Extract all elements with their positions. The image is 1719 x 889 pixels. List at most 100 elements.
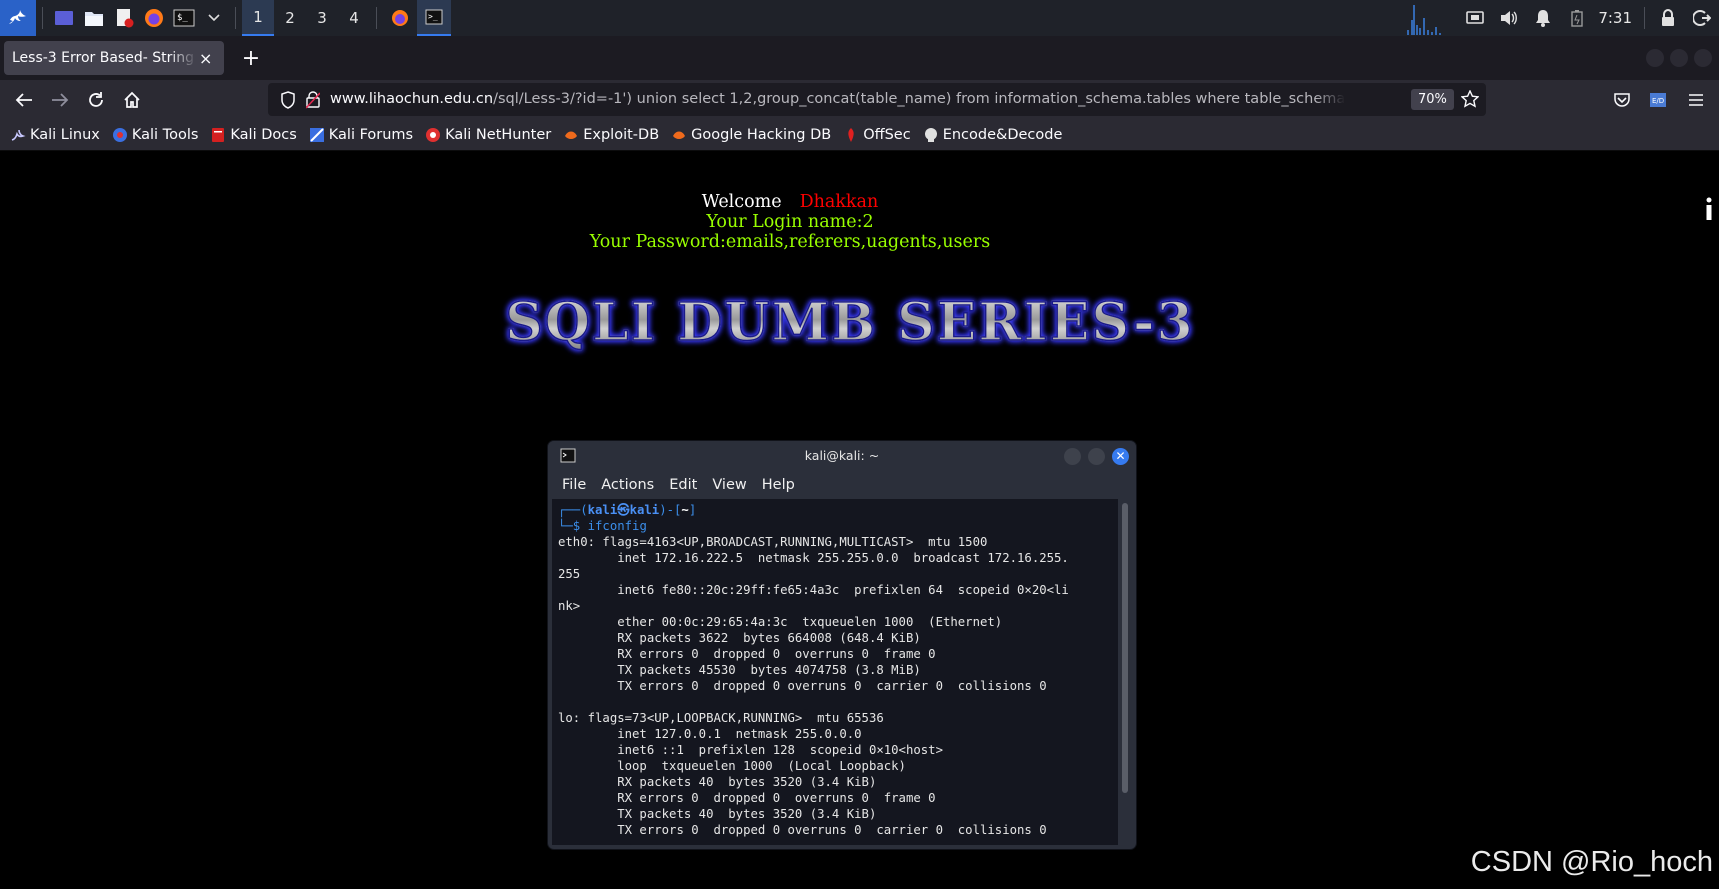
bookmark-kali-forums[interactable]: Kali Forums xyxy=(309,127,413,143)
prompt-user: kali xyxy=(587,503,618,517)
taskbar-separator xyxy=(235,7,236,29)
terminal-minimize-button[interactable] xyxy=(1064,448,1081,465)
file-manager-icon[interactable] xyxy=(79,0,109,36)
terminal-output[interactable]: ┌──(kali㉿kali)-[~] └─$ ifconfig eth0: fl… xyxy=(552,499,1118,845)
close-window-button[interactable] xyxy=(1694,49,1712,67)
terminal-scrollbar[interactable] xyxy=(1122,503,1128,793)
text-editor-icon[interactable] xyxy=(109,0,139,36)
terminal-output-line: lo: flags=73<UP,LOOPBACK,RUNNING> mtu 65… xyxy=(558,711,884,725)
bookmark-label: Exploit-DB xyxy=(583,127,660,143)
bell-icon[interactable] xyxy=(1526,0,1560,36)
encode-decode-icon xyxy=(923,127,939,143)
kali-menu-icon[interactable] xyxy=(0,0,36,36)
terminal-close-button[interactable]: ✕ xyxy=(1112,448,1129,465)
welcome-text: Welcome xyxy=(701,192,782,212)
terminal-output-line: loop txqueuelen 1000 (Local Loopback) xyxy=(617,759,906,773)
terminal-maximize-button[interactable] xyxy=(1088,448,1105,465)
menu-view[interactable]: View xyxy=(712,477,746,493)
shield-icon[interactable] xyxy=(280,91,296,113)
bookmark-kali-nethunter[interactable]: Kali NetHunter xyxy=(425,127,551,143)
show-desktop-icon[interactable] xyxy=(49,0,79,36)
logout-icon[interactable] xyxy=(1685,0,1719,36)
bookmarks-bar: Kali Linux Kali Tools Kali Docs Kali For… xyxy=(0,120,1719,151)
workspace-3[interactable]: 3 xyxy=(306,0,338,36)
welcome-username: Dhakkan xyxy=(799,192,879,212)
clock[interactable]: 7:31 xyxy=(1594,9,1638,27)
display-icon[interactable] xyxy=(1458,0,1492,36)
bookmark-label: Kali Linux xyxy=(30,127,100,143)
tab-strip: Less-3 Error Based- String (w × + xyxy=(0,36,1719,80)
menu-file[interactable]: File xyxy=(562,477,586,493)
terminal-output-line: eth0: flags=4163<UP,BROADCAST,RUNNING,MU… xyxy=(558,535,988,549)
tab-close-icon[interactable]: × xyxy=(199,49,212,68)
menu-icon[interactable] xyxy=(1680,84,1712,116)
terminal-icon[interactable]: $_ xyxy=(169,0,199,36)
bookmark-exploit-db[interactable]: Exploit-DB xyxy=(563,127,659,143)
back-icon[interactable] xyxy=(8,84,40,116)
battery-icon[interactable] xyxy=(1560,0,1594,36)
zoom-level-button[interactable]: 70% xyxy=(1411,89,1454,110)
chevron-down-icon[interactable] xyxy=(199,0,229,36)
pocket-icon[interactable] xyxy=(1606,84,1638,116)
terminal-output-line: ether 00:0c:29:65:4a:3c txqueuelen 1000 … xyxy=(617,615,1003,629)
terminal-output-line: TX packets 40 bytes 3520 (3.4 KiB) xyxy=(617,807,877,821)
menu-edit[interactable]: Edit xyxy=(669,477,697,493)
login-result: Welcome Dhakkan Your Login name:2 Your Pa… xyxy=(0,192,1580,252)
tab-title: Less-3 Error Based- String (w xyxy=(12,50,197,66)
minimize-window-button[interactable] xyxy=(1646,49,1664,67)
bookmark-label: Kali NetHunter xyxy=(445,127,552,143)
terminal-window[interactable]: kali@kali: ~ ✕ File Actions Edit View He… xyxy=(548,441,1136,849)
terminal-output-line: inet6 fe80::20c:29ff:fe65:4a3c prefixlen… xyxy=(617,583,1069,597)
nethunter-icon xyxy=(425,127,441,143)
bookmark-kali-docs[interactable]: Kali Docs xyxy=(210,127,297,143)
svg-text:$_: $_ xyxy=(177,13,188,23)
lock-icon[interactable] xyxy=(1651,0,1685,36)
firefox-icon[interactable] xyxy=(139,0,169,36)
system-tray: 7:31 xyxy=(1406,0,1719,36)
url-bar[interactable]: www.lihaochun.edu.cn/sql/Less-3/?id=-1')… xyxy=(268,83,1486,116)
terminal-output-line: RX errors 0 dropped 0 overruns 0 frame 0 xyxy=(617,647,936,661)
forward-icon[interactable] xyxy=(44,84,76,116)
workspace-4[interactable]: 4 xyxy=(338,0,370,36)
workspace-2[interactable]: 2 xyxy=(274,0,306,36)
maximize-window-button[interactable] xyxy=(1670,49,1688,67)
insecure-lock-icon[interactable] xyxy=(305,91,321,113)
svg-text:>_: >_ xyxy=(428,12,438,21)
bookmark-offsec[interactable]: OffSec xyxy=(843,127,911,143)
terminal-text: ┌──(kali㉿kali)-[~] └─$ ifconfig eth0: fl… xyxy=(558,503,1069,837)
bookmark-label: Encode&Decode xyxy=(942,127,1063,143)
terminal-output-line: inet 127.0.0.1 netmask 255.0.0.0 xyxy=(617,727,862,741)
bookmark-google-hacking-db[interactable]: Google Hacking DB xyxy=(671,127,831,143)
password-text: Your Password:emails,referers,uagents,us… xyxy=(589,232,991,252)
bookmark-star-icon[interactable] xyxy=(1460,89,1480,112)
info-icon[interactable] xyxy=(1705,197,1713,221)
terminal-output-line: RX packets 40 bytes 3520 (3.4 KiB) xyxy=(617,775,877,789)
workspace-1[interactable]: 1 xyxy=(242,0,274,36)
kali-dragon-icon xyxy=(10,127,26,143)
firefox-task-icon[interactable] xyxy=(383,0,417,36)
encode-decode-extension-icon[interactable]: E/D xyxy=(1642,84,1674,116)
series-banner-text: SQLI DUMB SERIES-3 xyxy=(504,291,1195,354)
bookmark-label: OffSec xyxy=(863,127,911,143)
login-name-text: Your Login name:2 xyxy=(706,212,874,232)
terminal-output-line: TX errors 0 dropped 0 overruns 0 carrier… xyxy=(617,679,1047,693)
menu-help[interactable]: Help xyxy=(762,477,795,493)
menu-actions[interactable]: Actions xyxy=(601,477,654,493)
bookmark-kali-tools[interactable]: Kali Tools xyxy=(112,127,198,143)
terminal-output-line: TX packets 45530 bytes 4074758 (3.8 MiB) xyxy=(617,663,921,677)
new-tab-button[interactable]: + xyxy=(236,43,266,73)
url-text[interactable]: www.lihaochun.edu.cn/sql/Less-3/?id=-1')… xyxy=(330,83,1345,116)
terminal-task-icon[interactable]: >_ xyxy=(417,0,451,36)
terminal-titlebar[interactable]: kali@kali: ~ ✕ xyxy=(548,441,1136,471)
bookmark-kali-linux[interactable]: Kali Linux xyxy=(10,127,100,143)
volume-icon[interactable] xyxy=(1492,0,1526,36)
terminal-title: kali@kali: ~ xyxy=(804,448,880,463)
url-path: /sql/Less-3/?id=-1') union select 1,2,gr… xyxy=(493,91,1345,107)
reload-icon[interactable] xyxy=(80,84,112,116)
prompt-host: kali xyxy=(629,503,660,517)
terminal-output-line: 255 xyxy=(558,567,581,581)
tab-active[interactable]: Less-3 Error Based- String (w × xyxy=(4,41,224,75)
home-icon[interactable] xyxy=(116,84,148,116)
url-host: www.lihaochun.edu.cn xyxy=(330,91,494,107)
bookmark-encode-decode[interactable]: Encode&Decode xyxy=(923,127,1063,143)
